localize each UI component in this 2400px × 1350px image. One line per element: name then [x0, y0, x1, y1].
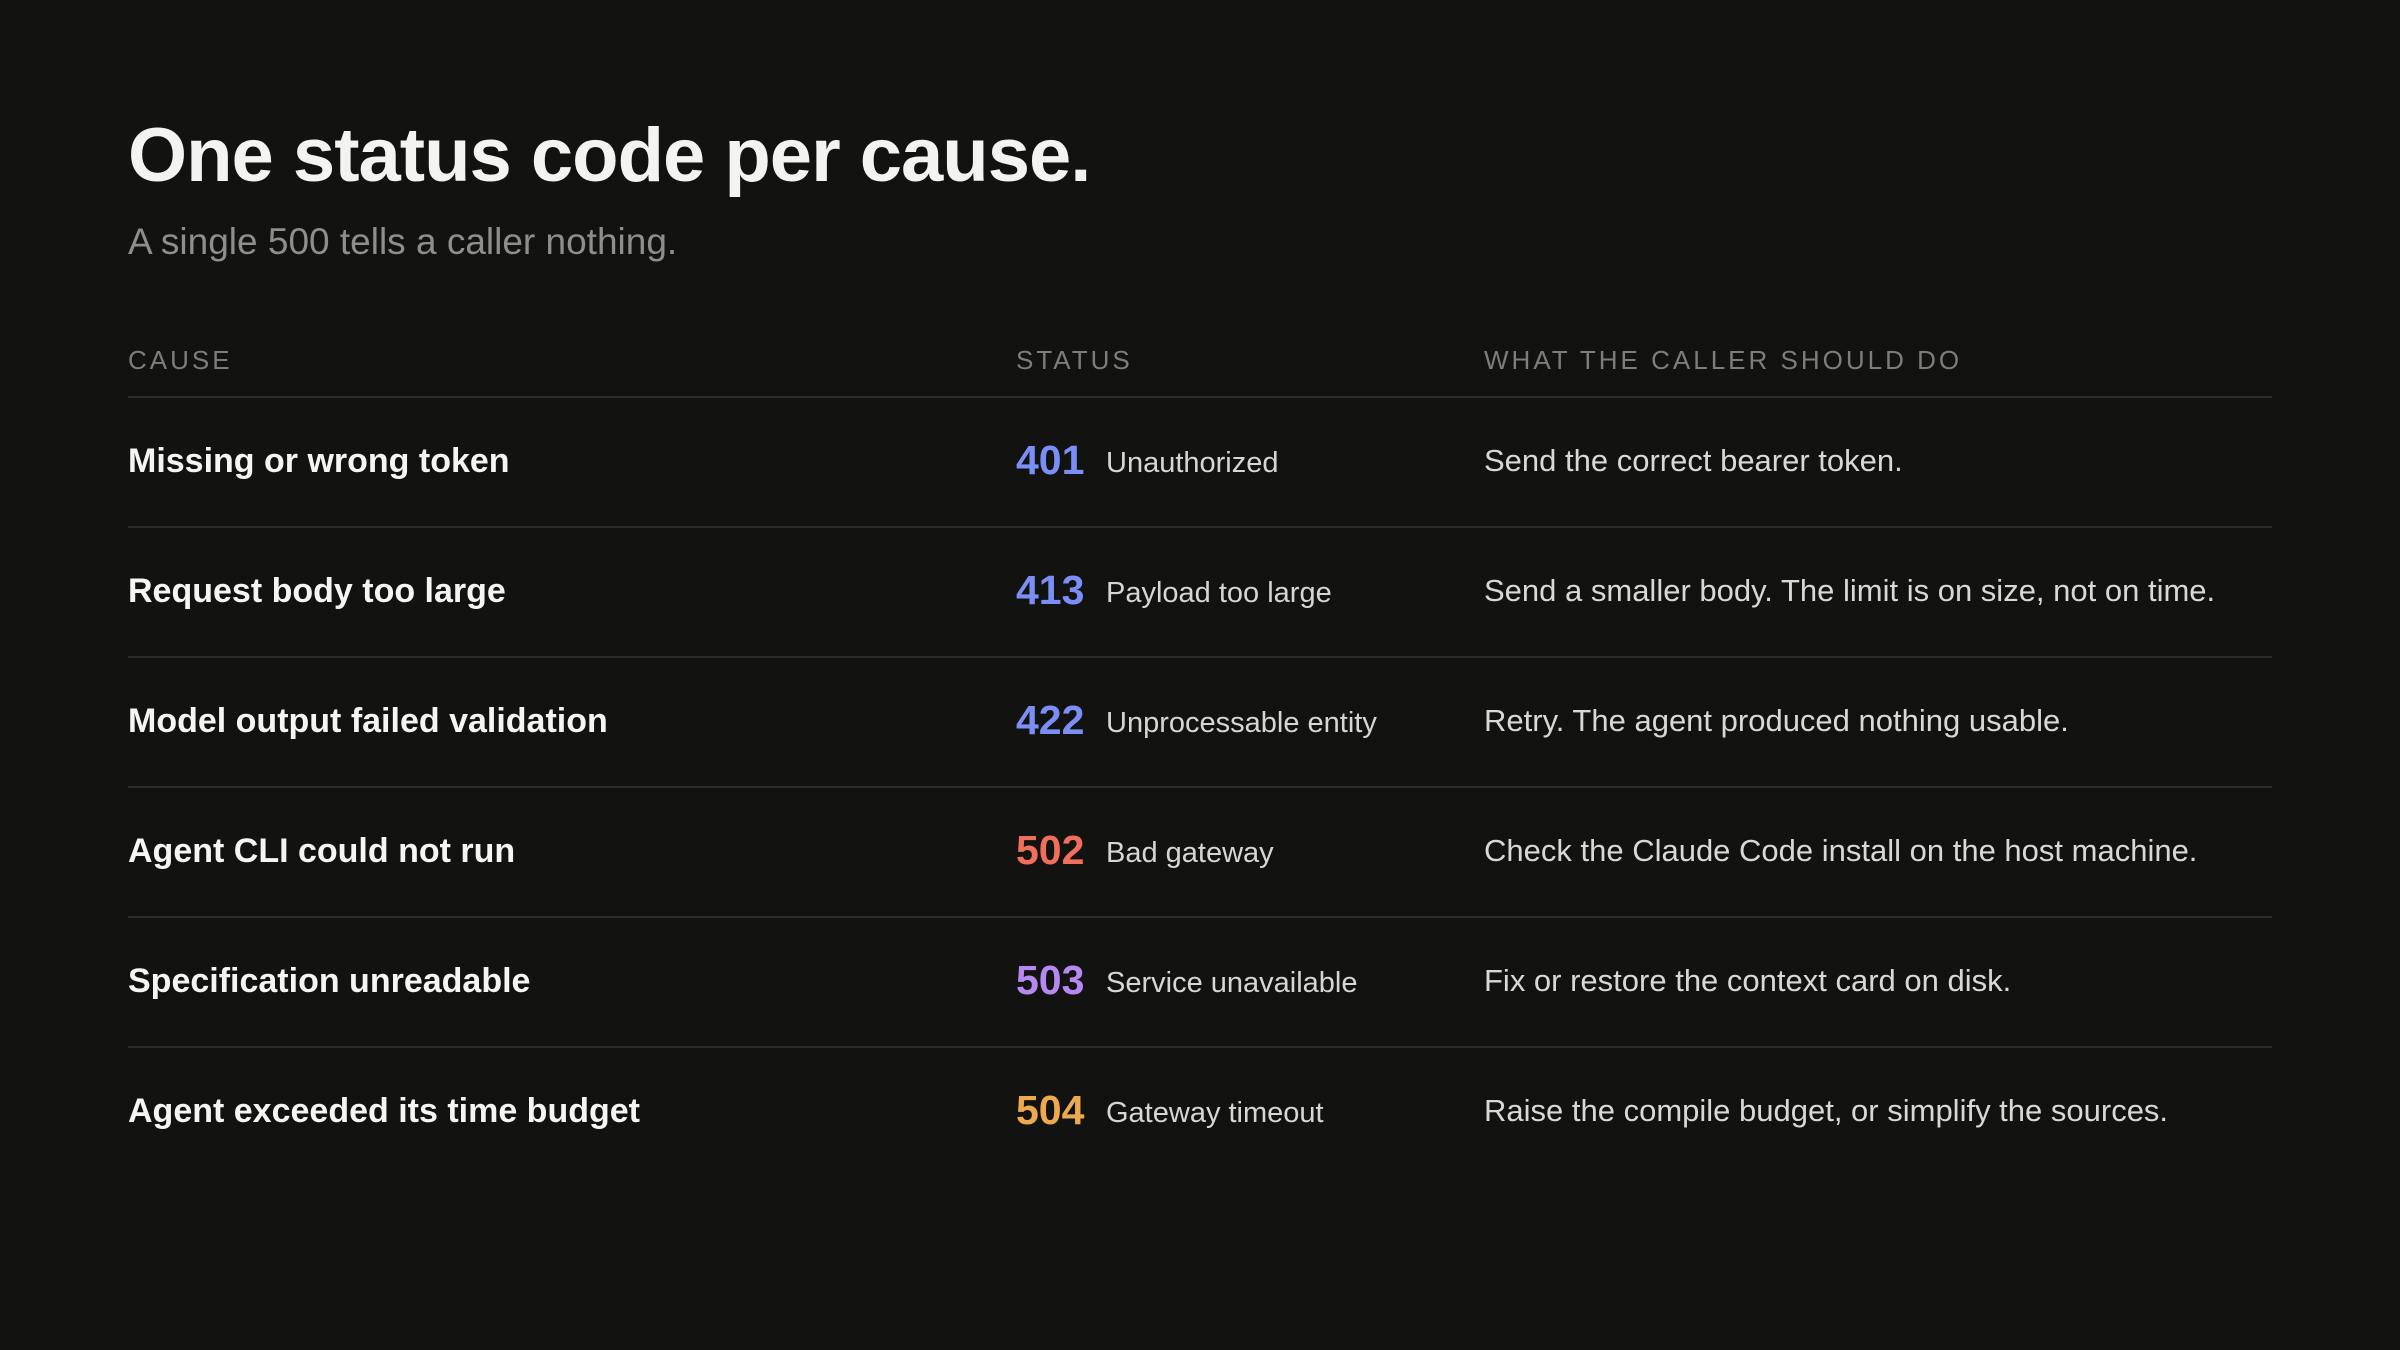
cause-cell: Specification unreadable	[128, 962, 531, 1000]
header-action: WHAT THE CALLER SHOULD DO	[1484, 345, 1963, 375]
page-subtitle: A single 500 tells a caller nothing.	[128, 221, 678, 262]
status-code: 401	[1016, 437, 1085, 483]
table-row: Agent exceeded its time budget 504 Gatew…	[128, 1048, 2272, 1176]
header-status: STATUS	[1016, 345, 1133, 375]
slide: One status code per cause. A single 500 …	[0, 0, 2400, 1350]
status-text: Bad gateway	[1106, 837, 1274, 869]
header-cause: CAUSE	[128, 345, 233, 375]
status-text: Unauthorized	[1106, 447, 1279, 479]
action-cell: Retry. The agent produced nothing usable…	[1484, 703, 2069, 738]
status-text: Service unavailable	[1106, 967, 1358, 999]
cause-cell: Agent CLI could not run	[128, 832, 516, 870]
action-cell: Raise the compile budget, or simplify th…	[1484, 1093, 2169, 1128]
table-header: CAUSE STATUS WHAT THE CALLER SHOULD DO	[128, 338, 2272, 398]
status-text: Gateway timeout	[1106, 1097, 1324, 1129]
status-text: Unprocessable entity	[1106, 707, 1377, 739]
status-code: 504	[1016, 1087, 1085, 1133]
table-row: Model output failed validation 422 Unpro…	[128, 658, 2272, 788]
action-cell: Send a smaller body. The limit is on siz…	[1484, 573, 2216, 608]
action-cell: Check the Claude Code install on the hos…	[1484, 833, 2198, 868]
cause-cell: Model output failed validation	[128, 702, 608, 740]
cause-cell: Agent exceeded its time budget	[128, 1092, 640, 1130]
status-code: 422	[1016, 697, 1085, 743]
status-code: 413	[1016, 567, 1085, 613]
cause-cell: Request body too large	[128, 572, 506, 610]
action-cell: Send the correct bearer token.	[1484, 443, 1903, 478]
status-code-table: CAUSE STATUS WHAT THE CALLER SHOULD DO M…	[128, 338, 2272, 1176]
table-row: Request body too large 413 Payload too l…	[128, 528, 2272, 658]
cause-cell: Missing or wrong token	[128, 442, 510, 480]
table-row: Agent CLI could not run 502 Bad gateway …	[128, 788, 2272, 918]
status-code: 502	[1016, 827, 1085, 873]
table-row: Specification unreadable 503 Service una…	[128, 918, 2272, 1048]
status-text: Payload too large	[1106, 577, 1332, 609]
table-row: Missing or wrong token 401 Unauthorized …	[128, 398, 2272, 528]
page-title: One status code per cause.	[128, 113, 1091, 198]
status-code: 503	[1016, 957, 1085, 1003]
action-cell: Fix or restore the context card on disk.	[1484, 963, 2012, 998]
